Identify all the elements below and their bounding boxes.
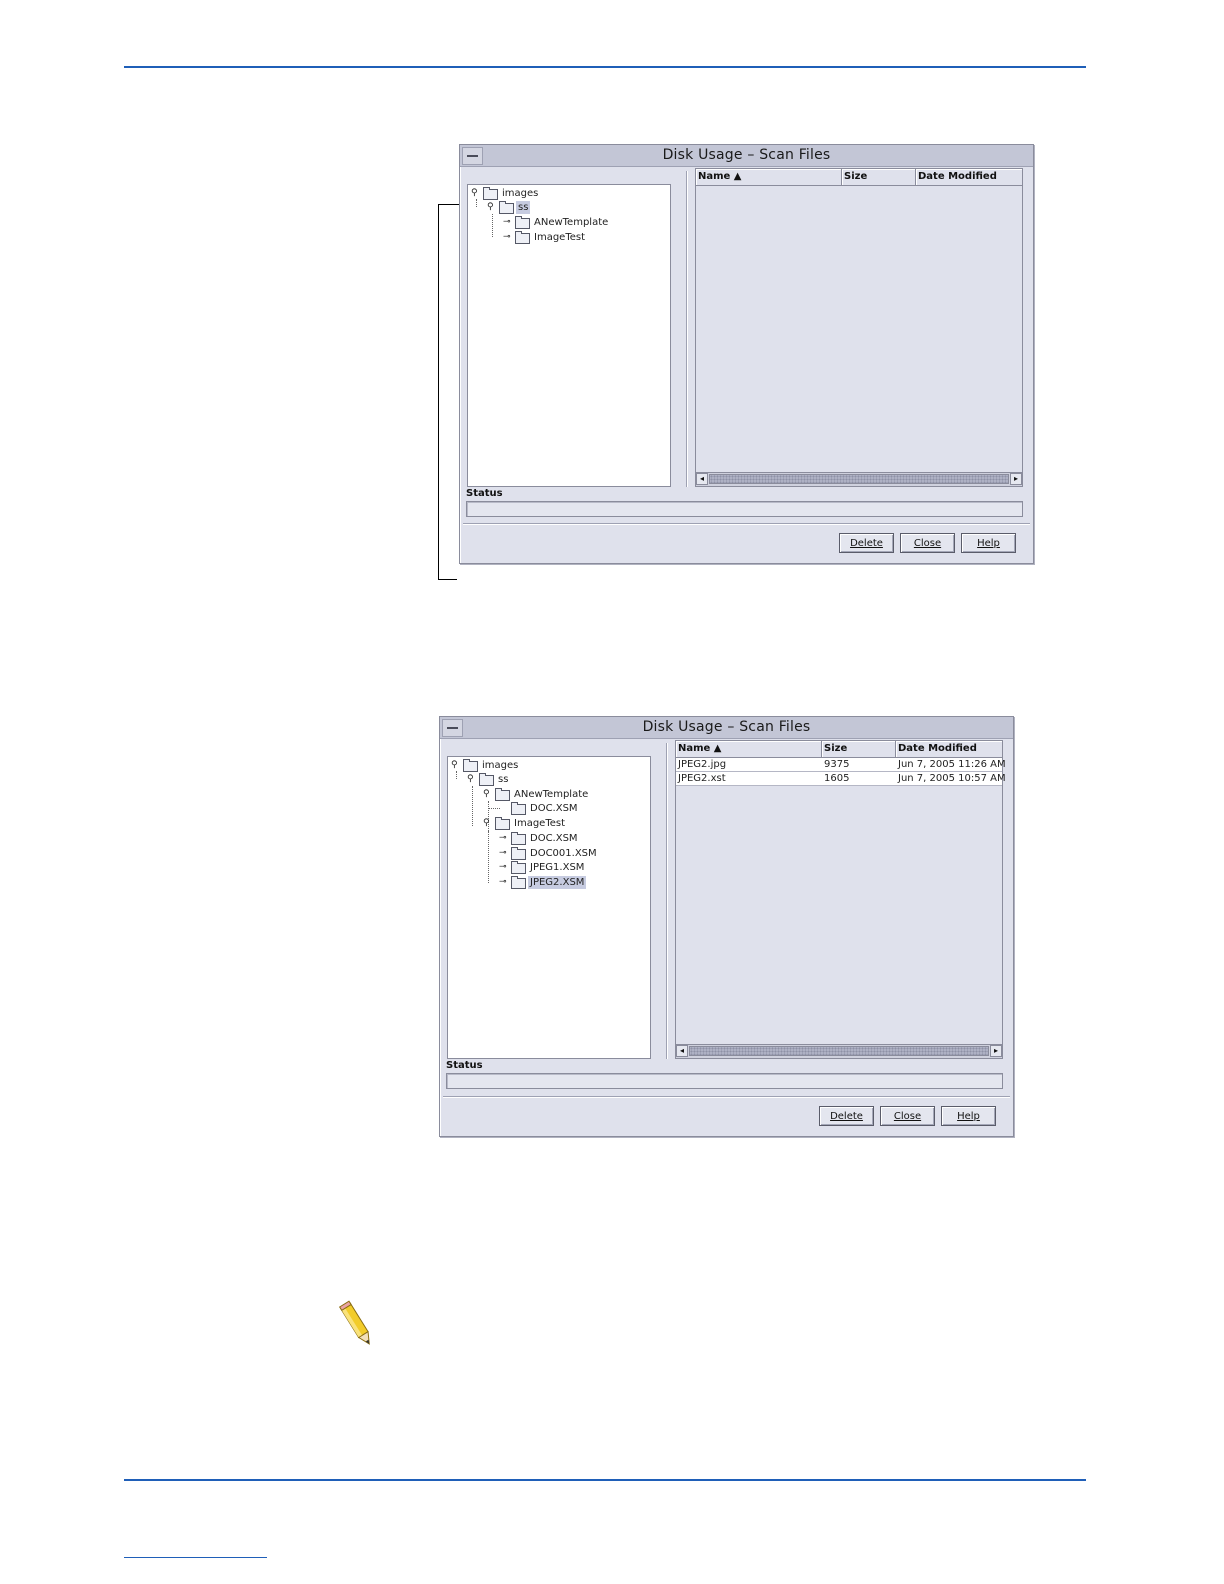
disk-usage-window-1: Disk Usage – Scan Files ⚲ images ⚲ ss ⊸ … <box>459 144 1034 564</box>
delete-button[interactable]: Delete <box>839 533 894 553</box>
column-header-date[interactable]: Date Modified <box>916 169 1022 185</box>
title-bar: Disk Usage – Scan Files <box>460 145 1033 167</box>
column-header-size[interactable]: Size <box>822 741 896 757</box>
tree-expand-icon[interactable]: ⚲ <box>471 188 481 199</box>
tree-expand-icon[interactable]: ⚲ <box>487 202 497 213</box>
scroll-left-icon[interactable]: ◂ <box>676 1045 688 1057</box>
tree-expand-icon[interactable]: ⚲ <box>451 760 461 771</box>
horizontal-scrollbar[interactable]: ◂ ▸ <box>676 1044 1002 1058</box>
status-field <box>466 501 1023 517</box>
tree-expand-icon[interactable]: ⚲ <box>467 774 477 785</box>
pane-divider[interactable] <box>666 743 667 1059</box>
table-row[interactable]: JPEG2.jpg 9375 Jun 7, 2005 11:26 AM <box>676 758 1006 772</box>
scroll-left-icon[interactable]: ◂ <box>696 473 708 485</box>
tree-collapsed-icon[interactable]: ⊸ <box>499 848 509 859</box>
status-field <box>446 1073 1003 1089</box>
table-row[interactable]: JPEG2.xst 1605 Jun 7, 2005 10:57 AM <box>676 772 1006 786</box>
note-pencil-icon <box>338 1300 370 1345</box>
folder-tree[interactable]: ⚲ images ⚲ ss ⊸ ANewTemplate ⊸ ImageTest <box>467 184 671 487</box>
folder-tree[interactable]: ⚲ images ⚲ ss ⚲ ANewTemplate DOC.XSM ⚲ I… <box>447 756 651 1059</box>
scroll-right-icon[interactable]: ▸ <box>1010 473 1022 485</box>
tree-expand-icon[interactable]: ⚲ <box>483 789 493 800</box>
column-header-date[interactable]: Date Modified <box>896 741 1002 757</box>
cell-name: JPEG2.jpg <box>678 759 727 770</box>
footnote-rule <box>124 1557 267 1558</box>
separator <box>443 1096 1010 1097</box>
callout-line-bottom <box>438 579 457 580</box>
title-bar: Disk Usage – Scan Files <box>440 717 1013 739</box>
column-header-name[interactable]: Name ▲ <box>676 741 822 757</box>
scroll-thumb[interactable] <box>689 1046 989 1056</box>
folder-icon <box>511 861 526 874</box>
file-table[interactable]: Name ▲ Size Date Modified JPEG2.jpg 9375… <box>675 740 1006 1059</box>
folder-icon <box>499 201 514 214</box>
folder-icon <box>511 832 526 845</box>
callout-line <box>438 204 439 580</box>
disk-usage-window-2: Disk Usage – Scan Files ⚲ images ⚲ ss ⚲ … <box>439 716 1014 1137</box>
close-button[interactable]: Close <box>900 533 955 553</box>
folder-icon <box>515 231 530 244</box>
folder-icon <box>515 216 530 229</box>
table-header: Name ▲ Size Date Modified <box>676 741 1002 758</box>
tree-leaf-icon <box>499 803 509 814</box>
folder-icon <box>511 876 526 889</box>
tree-collapsed-icon[interactable]: ⊸ <box>503 217 513 228</box>
tree-collapsed-icon[interactable]: ⊸ <box>503 232 513 243</box>
status-label: Status <box>466 488 503 499</box>
cell-date: Jun 7, 2005 10:57 AM <box>898 773 1006 784</box>
folder-icon <box>483 187 498 200</box>
folder-icon <box>495 817 510 830</box>
scroll-thumb[interactable] <box>709 474 1009 484</box>
cell-size: 9375 <box>824 759 850 770</box>
window-title: Disk Usage – Scan Files <box>642 719 811 735</box>
folder-icon <box>479 773 494 786</box>
folder-icon <box>511 802 526 815</box>
pane-divider[interactable] <box>686 171 687 487</box>
close-button[interactable]: Close <box>880 1106 935 1126</box>
table-header: Name ▲ Size Date Modified <box>696 169 1022 186</box>
header-rule <box>124 66 1086 68</box>
help-button[interactable]: Help <box>961 533 1016 553</box>
folder-icon <box>463 759 478 772</box>
scroll-right-icon[interactable]: ▸ <box>990 1045 1002 1057</box>
folder-icon <box>511 847 526 860</box>
folder-icon <box>495 788 510 801</box>
tree-collapsed-icon[interactable]: ⊸ <box>499 833 509 844</box>
file-table[interactable]: Name ▲ Size Date Modified ◂ ▸ <box>695 168 1023 487</box>
cell-date: Jun 7, 2005 11:26 AM <box>898 759 1006 770</box>
delete-button[interactable]: Delete <box>819 1106 874 1126</box>
column-header-size[interactable]: Size <box>842 169 916 185</box>
window-title: Disk Usage – Scan Files <box>662 147 831 163</box>
status-label: Status <box>446 1060 483 1071</box>
help-button[interactable]: Help <box>941 1106 996 1126</box>
column-header-name[interactable]: Name ▲ <box>696 169 842 185</box>
tree-collapsed-icon[interactable]: ⊸ <box>499 862 509 873</box>
horizontal-scrollbar[interactable]: ◂ ▸ <box>696 472 1022 486</box>
tree-expand-icon[interactable]: ⚲ <box>483 818 493 829</box>
footer-rule <box>124 1479 1086 1481</box>
cell-size: 1605 <box>824 773 850 784</box>
separator <box>463 523 1030 524</box>
cell-name: JPEG2.xst <box>678 773 726 784</box>
tree-collapsed-icon[interactable]: ⊸ <box>499 877 509 888</box>
